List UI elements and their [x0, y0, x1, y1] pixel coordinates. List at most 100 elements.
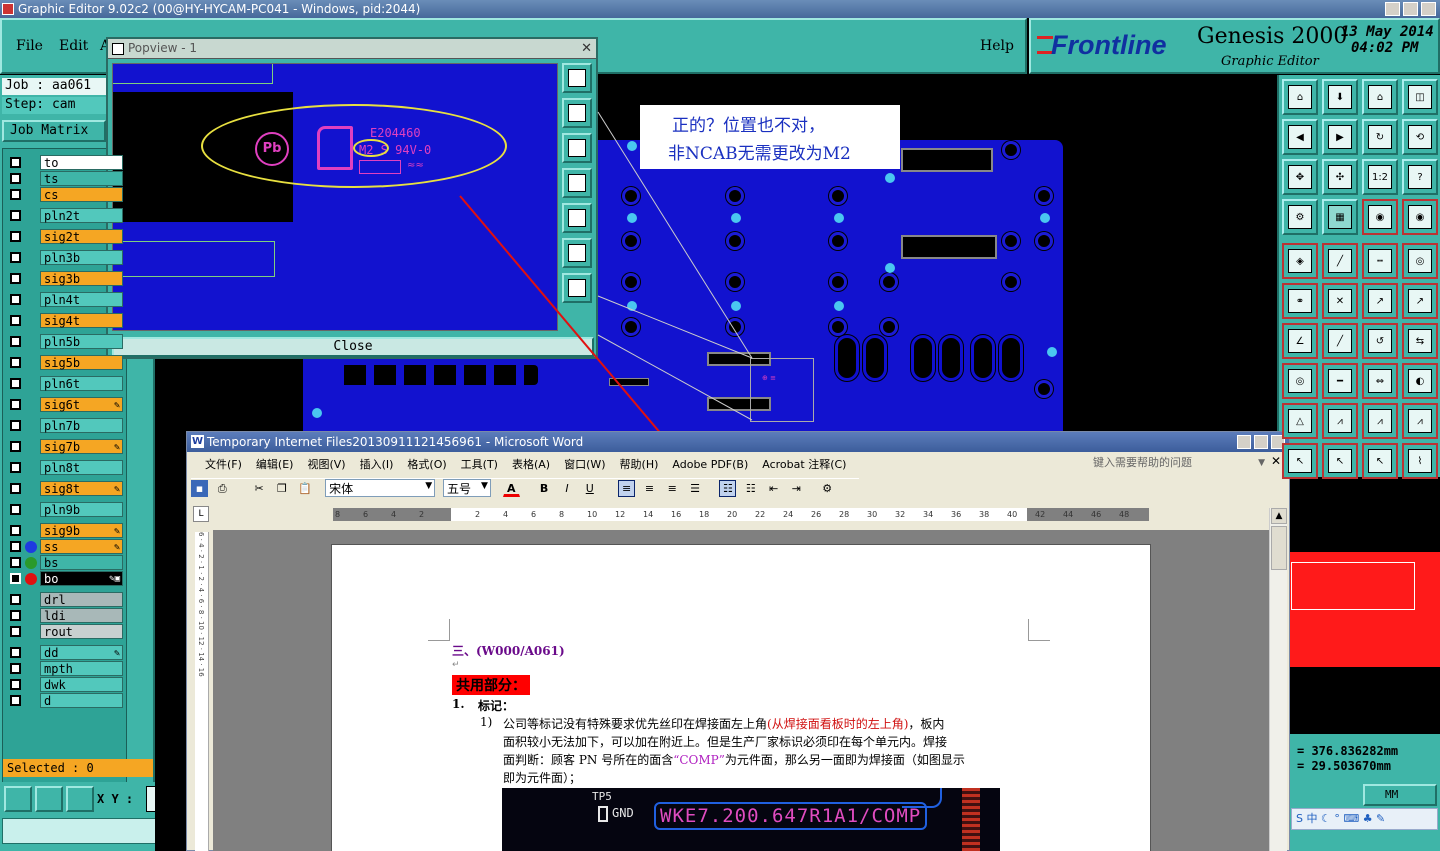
- layer-checkbox[interactable]: [10, 441, 21, 452]
- layer-name[interactable]: ts: [40, 171, 123, 186]
- layer-checkbox[interactable]: [10, 462, 21, 473]
- zoom-fit-icon[interactable]: ⬇: [1322, 79, 1358, 115]
- layer-name[interactable]: sig6t ✎: [40, 397, 123, 412]
- layer-name[interactable]: bs: [40, 555, 123, 570]
- layer-name[interactable]: pln8t: [40, 460, 123, 475]
- zoom-out-icon[interactable]: ✣: [1322, 159, 1358, 195]
- select-icon[interactable]: ◈: [1282, 243, 1318, 279]
- layer-row-rout[interactable]: rout: [7, 624, 125, 639]
- document-page[interactable]: 三、(W000/A061) ↵ 共用部分： 1. 标记： 1) 公司等标记没有特…: [331, 544, 1151, 851]
- layer-row-sig5b[interactable]: sig5b: [7, 355, 125, 370]
- split-view-icon[interactable]: ◫: [1402, 79, 1438, 115]
- unit-select[interactable]: MM: [1363, 784, 1437, 806]
- layer-row-pln6t[interactable]: pln6t: [7, 376, 125, 391]
- underline-icon[interactable]: U: [581, 480, 598, 497]
- layer-checkbox[interactable]: [10, 557, 21, 568]
- layer-row-pln2t[interactable]: pln2t: [7, 208, 125, 223]
- word-menu-item[interactable]: Acrobat 注释(C): [762, 458, 846, 471]
- layer-name[interactable]: sig3b: [40, 271, 123, 286]
- zoom-home-icon[interactable]: ⌂: [1362, 79, 1398, 115]
- word-menu-item[interactable]: 编辑(E): [256, 458, 294, 471]
- outdent-icon[interactable]: ⇤: [765, 480, 782, 497]
- layer-checkbox[interactable]: [10, 647, 21, 658]
- layer-name[interactable]: bo ✎▣: [40, 571, 123, 586]
- align-left-icon[interactable]: ≡: [618, 479, 636, 497]
- divide-icon[interactable]: ━: [1322, 363, 1358, 399]
- cut-icon[interactable]: ✂: [251, 480, 268, 497]
- help-search-input[interactable]: 键入需要帮助的问题 ▼: [1091, 454, 1267, 472]
- layer-name[interactable]: pln6t: [40, 376, 123, 391]
- connect-icon[interactable]: ⚭: [1282, 283, 1318, 319]
- triangle-icon[interactable]: △: [1282, 403, 1318, 439]
- font-select[interactable]: 宋体 ▼: [325, 479, 436, 497]
- layer-name[interactable]: dwk: [40, 677, 123, 692]
- measure-icon[interactable]: ┅: [1362, 243, 1398, 279]
- layer-name[interactable]: pln3b: [40, 250, 123, 265]
- layer-checkbox[interactable]: [10, 610, 21, 621]
- copy-icon[interactable]: ❐: [273, 480, 290, 497]
- layer-row-bo[interactable]: bo ✎▣: [7, 571, 125, 586]
- layer-row-mpth[interactable]: mpth: [7, 661, 125, 676]
- layer-checkbox[interactable]: [10, 626, 21, 637]
- word-menu-item[interactable]: 视图(V): [307, 458, 345, 471]
- word-menu-item[interactable]: 工具(T): [461, 458, 498, 471]
- layer-row-ldi[interactable]: ldi: [7, 608, 125, 623]
- layer-name[interactable]: sig4t: [40, 313, 123, 328]
- layer-name[interactable]: mpth: [40, 661, 123, 676]
- snap-icon[interactable]: ◉: [1362, 199, 1398, 235]
- layer-checkbox[interactable]: [10, 294, 21, 305]
- layer-checkbox[interactable]: [10, 173, 21, 184]
- layer-name[interactable]: to: [40, 155, 123, 170]
- layer-name[interactable]: ldi: [40, 608, 123, 623]
- layer-checkbox[interactable]: [10, 336, 21, 347]
- scale-1-2-icon[interactable]: 1:2: [1362, 159, 1398, 195]
- scroll-up-icon[interactable]: ▲: [1271, 508, 1287, 524]
- justify-icon[interactable]: ☰: [687, 480, 704, 497]
- arch-alt2-icon[interactable]: ⩘: [1402, 403, 1438, 439]
- add-pad-icon[interactable]: ◎: [1282, 363, 1318, 399]
- layer-row-d[interactable]: d: [7, 693, 125, 708]
- layer-row-dd[interactable]: dd ✎: [7, 645, 125, 660]
- layer-name[interactable]: sig9b ✎: [40, 523, 123, 538]
- redraw-icon[interactable]: ⟲: [1402, 119, 1438, 155]
- route-icon[interactable]: ⌇: [1402, 443, 1438, 479]
- align-center-icon[interactable]: ≡: [641, 480, 658, 497]
- help-query-icon[interactable]: ?: [1402, 159, 1438, 195]
- layer-checkbox[interactable]: [10, 378, 21, 389]
- layer-row-drl[interactable]: drl: [7, 592, 125, 607]
- word-menu-item[interactable]: 格式(O): [407, 458, 446, 471]
- numbering-icon[interactable]: ☷: [719, 479, 737, 497]
- layer-name[interactable]: ss ✎: [40, 539, 123, 554]
- copy-icon[interactable]: ↗: [1402, 283, 1438, 319]
- layer-row-sig9b[interactable]: sig9b ✎: [7, 523, 125, 538]
- layer-checkbox[interactable]: [10, 420, 21, 431]
- layer-checkbox[interactable]: [10, 189, 21, 200]
- line-icon[interactable]: ╱: [1322, 323, 1358, 359]
- layer-name[interactable]: dd ✎: [40, 645, 123, 660]
- arch-alt-icon[interactable]: ⩘: [1362, 403, 1398, 439]
- layer-row-pln4t[interactable]: pln4t: [7, 292, 125, 307]
- snap-alt-icon[interactable]: ◉: [1402, 199, 1438, 235]
- print-icon[interactable]: ⎙: [214, 480, 231, 497]
- word-minimize-button[interactable]: [1237, 435, 1251, 449]
- pan-right-icon[interactable]: ▶: [1322, 119, 1358, 155]
- layer-name[interactable]: pln5b: [40, 334, 123, 349]
- layer-name[interactable]: pln2t: [40, 208, 123, 223]
- align-right-icon[interactable]: ≡: [664, 480, 681, 497]
- word-menu-item[interactable]: 插入(I): [360, 458, 394, 471]
- layer-name[interactable]: d: [40, 693, 123, 708]
- word-maximize-button[interactable]: [1254, 435, 1268, 449]
- layer-row-ss[interactable]: ss ✎: [7, 539, 125, 554]
- layer-row-sig3b[interactable]: sig3b: [7, 271, 125, 286]
- layer-name[interactable]: sig5b: [40, 355, 123, 370]
- layer-row-pln7b[interactable]: pln7b: [7, 418, 125, 433]
- word-menu-item[interactable]: Adobe PDF(B): [672, 458, 748, 471]
- home-view-icon[interactable]: ⌂: [1282, 79, 1318, 115]
- rotate-icon[interactable]: ↺: [1362, 323, 1398, 359]
- arch-icon[interactable]: ⩘: [1322, 403, 1358, 439]
- layer-row-pln5b[interactable]: pln5b: [7, 334, 125, 349]
- pointer-icon[interactable]: ↖: [1282, 443, 1318, 479]
- shape-icon[interactable]: ◐: [1402, 363, 1438, 399]
- layer-checkbox[interactable]: [10, 157, 21, 168]
- layer-row-sig7b[interactable]: sig7b ✎: [7, 439, 125, 454]
